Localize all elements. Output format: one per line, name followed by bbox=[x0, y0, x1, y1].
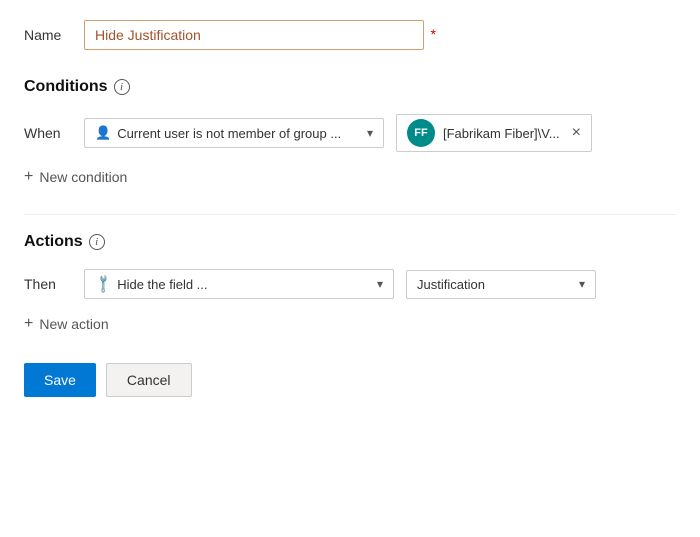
tag-close-icon[interactable]: × bbox=[572, 125, 581, 141]
cancel-button[interactable]: Cancel bbox=[106, 363, 192, 397]
new-condition-label: New condition bbox=[39, 169, 127, 185]
save-button[interactable]: Save bbox=[24, 363, 96, 397]
tag-avatar: FF bbox=[407, 119, 435, 147]
field-chevron-icon: ▾ bbox=[579, 277, 585, 291]
field-dropdown-text: Justification bbox=[417, 277, 485, 292]
action-icon: 🔧 bbox=[92, 273, 115, 296]
then-row: Then 🔧 Hide the field ... ▾ Justificatio… bbox=[24, 269, 676, 299]
action-chevron-icon: ▾ bbox=[377, 277, 383, 291]
new-action-plus-icon: + bbox=[24, 315, 33, 333]
new-action-row[interactable]: + New action bbox=[24, 315, 676, 333]
button-row: Save Cancel bbox=[24, 363, 676, 397]
condition-chevron-icon: ▾ bbox=[367, 126, 373, 140]
actions-section: Actions i Then 🔧 Hide the field ... ▾ Ju… bbox=[24, 233, 676, 333]
group-tag: FF [Fabrikam Fiber]\V... × bbox=[396, 114, 592, 152]
user-icon: 👤 bbox=[95, 125, 111, 141]
when-row: When 👤 Current user is not member of gro… bbox=[24, 114, 676, 152]
field-dropdown[interactable]: Justification ▾ bbox=[406, 270, 596, 299]
tag-text: [Fabrikam Fiber]\V... bbox=[443, 126, 560, 141]
new-action-label: New action bbox=[39, 316, 108, 332]
condition-dropdown-text: Current user is not member of group ... bbox=[117, 126, 341, 141]
conditions-info-icon[interactable]: i bbox=[114, 79, 130, 95]
action-dropdown[interactable]: 🔧 Hide the field ... ▾ bbox=[84, 269, 394, 299]
action-dropdown-text: Hide the field ... bbox=[117, 277, 207, 292]
new-condition-row[interactable]: + New condition bbox=[24, 168, 676, 186]
name-label: Name bbox=[24, 27, 84, 43]
then-label: Then bbox=[24, 276, 72, 292]
name-input[interactable] bbox=[84, 20, 424, 50]
condition-dropdown[interactable]: 👤 Current user is not member of group ..… bbox=[84, 118, 384, 148]
when-label: When bbox=[24, 125, 72, 141]
actions-title: Actions bbox=[24, 233, 83, 251]
required-star: * bbox=[431, 26, 436, 42]
new-condition-plus-icon: + bbox=[24, 168, 33, 186]
conditions-section: Conditions i When 👤 Current user is not … bbox=[24, 78, 676, 186]
conditions-title: Conditions bbox=[24, 78, 108, 96]
actions-info-icon[interactable]: i bbox=[89, 234, 105, 250]
